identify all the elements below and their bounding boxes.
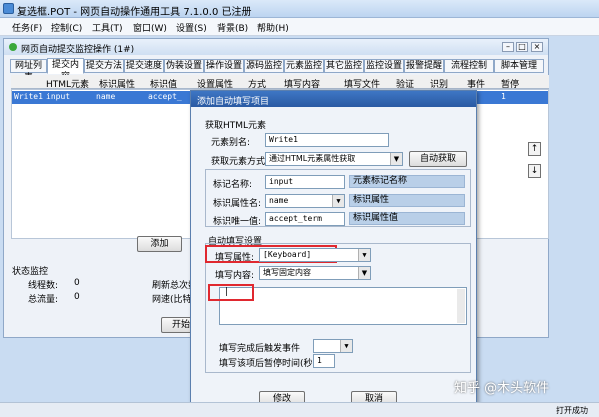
alias-label: 元素别名:	[211, 138, 251, 148]
restore-button[interactable]: □	[516, 42, 528, 52]
pause-stepper[interactable]: 1	[313, 354, 335, 368]
method-value: 通过HTML元素属性获取	[269, 154, 356, 163]
menu-tools[interactable]: 工具(T)	[92, 21, 123, 34]
unique-input[interactable]: accept_term	[265, 212, 345, 226]
tab-url-list[interactable]: 网址列表	[10, 59, 47, 83]
fill-attr-select[interactable]: [Keyboard] ▼	[259, 248, 371, 262]
method-label: 获取元素方式:	[211, 157, 269, 167]
minimize-button[interactable]: –	[502, 42, 514, 52]
status-bar: 打开成功	[0, 402, 599, 417]
unique-hint: 标识属性值	[349, 212, 465, 225]
row-element: input	[46, 92, 71, 101]
row-value: accept_	[148, 92, 182, 101]
tab-operation[interactable]: 操作设置	[204, 59, 244, 73]
tag-hint: 元素标记名称	[349, 175, 465, 188]
menu-control[interactable]: 控制(C)	[51, 21, 82, 34]
alias-input[interactable]: Write1	[265, 133, 389, 147]
unique-label: 标识唯一值:	[213, 217, 262, 227]
fill-attr-label: 填写属性:	[215, 253, 255, 263]
traffic-label: 总流量:	[28, 295, 59, 305]
attr-label: 标识属性名:	[213, 199, 262, 209]
tag-input[interactable]: input	[265, 175, 345, 189]
row-id: Write1	[14, 92, 43, 101]
tag-label: 标记名称:	[213, 180, 253, 190]
net-speed-label: 网速(比特/	[152, 295, 195, 305]
child-title: 网页自动提交监控操作 (1#)	[21, 45, 135, 55]
title-bar: 复选框.POT - 网页自动操作通用工具 7.1.0.0 已注册	[0, 0, 599, 18]
tab-element-monitor[interactable]: 元素监控	[284, 59, 324, 73]
row-attr: name	[96, 92, 116, 101]
attr-input[interactable]: name ▼	[265, 194, 345, 208]
add-button[interactable]: 添加	[137, 236, 182, 252]
tab-source-monitor[interactable]: 源码监控	[244, 59, 284, 73]
close-button[interactable]: ×	[531, 42, 543, 52]
auto-get-button[interactable]: 自动获取	[409, 151, 467, 167]
status-dot-icon	[9, 43, 17, 51]
menu-background[interactable]: 背景(B)	[217, 21, 248, 34]
watermark: 知乎 @木头软件	[454, 381, 550, 396]
menu-task[interactable]: 任务(F)	[12, 21, 42, 34]
chevron-down-icon: ▼	[358, 249, 370, 261]
fill-content-textarea[interactable]	[219, 287, 467, 325]
tab-disguise[interactable]: 伪装设置	[164, 59, 204, 73]
chevron-down-icon: ▼	[340, 340, 352, 352]
textarea-cursor: |	[225, 287, 229, 297]
pause-label: 填写该项后暂停时间(秒)	[219, 359, 317, 369]
method-select[interactable]: 通过HTML元素属性获取 ▼	[265, 152, 403, 166]
tab-alarm[interactable]: 报警提醒	[404, 59, 444, 73]
get-element-section: 获取HTML元素	[205, 121, 267, 131]
chevron-down-icon: ▼	[358, 267, 370, 279]
menu-settings[interactable]: 设置(S)	[176, 21, 207, 34]
dialog-title: 添加自动填写项目	[197, 97, 270, 107]
window-title: 复选框.POT - 网页自动操作通用工具 7.1.0.0 已注册	[17, 7, 252, 18]
tab-monitor-settings[interactable]: 监控设置	[364, 59, 404, 73]
tab-submit-content[interactable]: 提交内容	[47, 58, 84, 82]
threads-label: 线程数:	[28, 281, 59, 291]
row-pause: 1	[501, 92, 506, 101]
menu-bar	[0, 18, 599, 36]
after-event-select[interactable]: ▼	[313, 339, 353, 353]
highlight-box-2	[208, 284, 254, 301]
dialog-title-bar: 添加自动填写项目	[191, 91, 476, 107]
fill-content-label: 填写内容:	[215, 271, 255, 281]
chevron-down-icon: ▼	[390, 153, 402, 165]
child-title-bar: 网页自动提交监控操作 (1#) – □ ×	[4, 39, 548, 55]
tab-script[interactable]: 脚本管理	[494, 59, 544, 73]
tab-submit-speed[interactable]: 提交速度	[124, 59, 164, 73]
app-icon	[3, 3, 14, 14]
attr-value: name	[269, 196, 289, 205]
menu-window[interactable]: 窗口(W)	[133, 21, 167, 34]
after-event-label: 填写完成后触发事件	[219, 344, 301, 354]
attr-hint: 标识属性	[349, 194, 465, 207]
menu-help[interactable]: 帮助(H)	[257, 21, 289, 34]
status-section-title: 状态监控	[12, 267, 49, 277]
chevron-down-icon: ▼	[332, 195, 344, 207]
traffic-value: 0	[74, 292, 80, 302]
tab-other-monitor[interactable]: 其它监控	[324, 59, 364, 73]
textarea-scrollbar[interactable]	[457, 289, 465, 323]
move-down-button[interactable]: ↓	[528, 164, 541, 178]
add-autofill-dialog: 添加自动填写项目 获取HTML元素 元素别名: Write1 获取元素方式: 通…	[190, 90, 477, 415]
tab-flow-control[interactable]: 流程控制	[444, 59, 494, 73]
status-text: 打开成功	[556, 406, 588, 415]
fill-content-select[interactable]: 填写固定内容 ▼	[259, 266, 371, 280]
move-up-button[interactable]: ↑	[528, 142, 541, 156]
tab-submit-method[interactable]: 提交方法	[84, 59, 124, 73]
fill-content-value: 填写固定内容	[263, 268, 311, 277]
fill-attr-value: [Keyboard]	[263, 250, 312, 259]
threads-value: 0	[74, 278, 80, 288]
